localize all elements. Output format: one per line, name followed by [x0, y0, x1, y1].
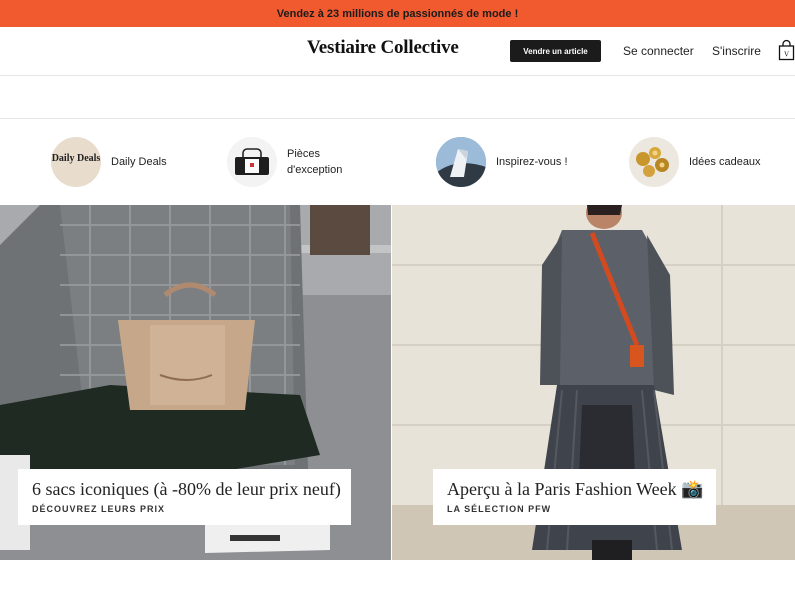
hero-card-iconic-bags[interactable]: 6 sacs iconiques (à -80% de leur prix ne…: [0, 205, 391, 560]
gold-jewelry-icon: [629, 137, 679, 187]
architecture-icon: [436, 137, 486, 187]
category-inspiration[interactable]: Inspirez-vous !: [436, 137, 576, 187]
hero-title: Aperçu à la Paris Fashion Week 📸: [447, 479, 704, 499]
daily-deals-badge-text: Daily Deals: [52, 153, 101, 164]
bag-letter: V: [784, 51, 789, 59]
category-label: Idées cadeaux: [689, 156, 761, 168]
category-strip: Daily Deals Daily Deals Pièces d'excepti…: [0, 119, 795, 205]
hero-card-paris-fashion-week[interactable]: Aperçu à la Paris Fashion Week 📸 LA SÉLE…: [392, 205, 795, 560]
hero-subtitle: LA SÉLECTION PFW: [447, 504, 552, 514]
category-label: Inspirez-vous !: [496, 156, 568, 168]
empty-banner-area: [0, 76, 795, 119]
category-label: Pièces d'exception: [287, 148, 343, 176]
promo-text: Vendez à 23 millions de passionnés de mo…: [276, 7, 519, 20]
site-header: Vestiaire Collective Vendre un article S…: [0, 27, 795, 76]
category-daily-deals[interactable]: Daily Deals Daily Deals: [51, 137, 191, 187]
category-exceptional-pieces[interactable]: Pièces d'exception: [227, 137, 367, 187]
category-label: Daily Deals: [111, 156, 167, 168]
daily-deals-badge-icon: Daily Deals: [51, 137, 101, 187]
handbag-icon: [227, 137, 277, 187]
sell-item-button[interactable]: Vendre un article: [510, 40, 601, 62]
brand-logo[interactable]: Vestiaire Collective: [307, 37, 459, 59]
signup-link[interactable]: S'inscrire: [712, 44, 761, 58]
shopping-bag-icon[interactable]: V: [778, 39, 795, 61]
category-gift-ideas[interactable]: Idées cadeaux: [629, 137, 769, 187]
hero-title: 6 sacs iconiques (à -80% de leur prix ne…: [32, 479, 341, 499]
hero-subtitle: DÉCOUVREZ LEURS PRIX: [32, 504, 166, 514]
login-link[interactable]: Se connecter: [623, 44, 694, 58]
hero-caption[interactable]: 6 sacs iconiques (à -80% de leur prix ne…: [18, 469, 351, 525]
promo-banner[interactable]: Vendez à 23 millions de passionnés de mo…: [0, 0, 795, 27]
hero-caption[interactable]: Aperçu à la Paris Fashion Week 📸 LA SÉLE…: [433, 469, 716, 525]
